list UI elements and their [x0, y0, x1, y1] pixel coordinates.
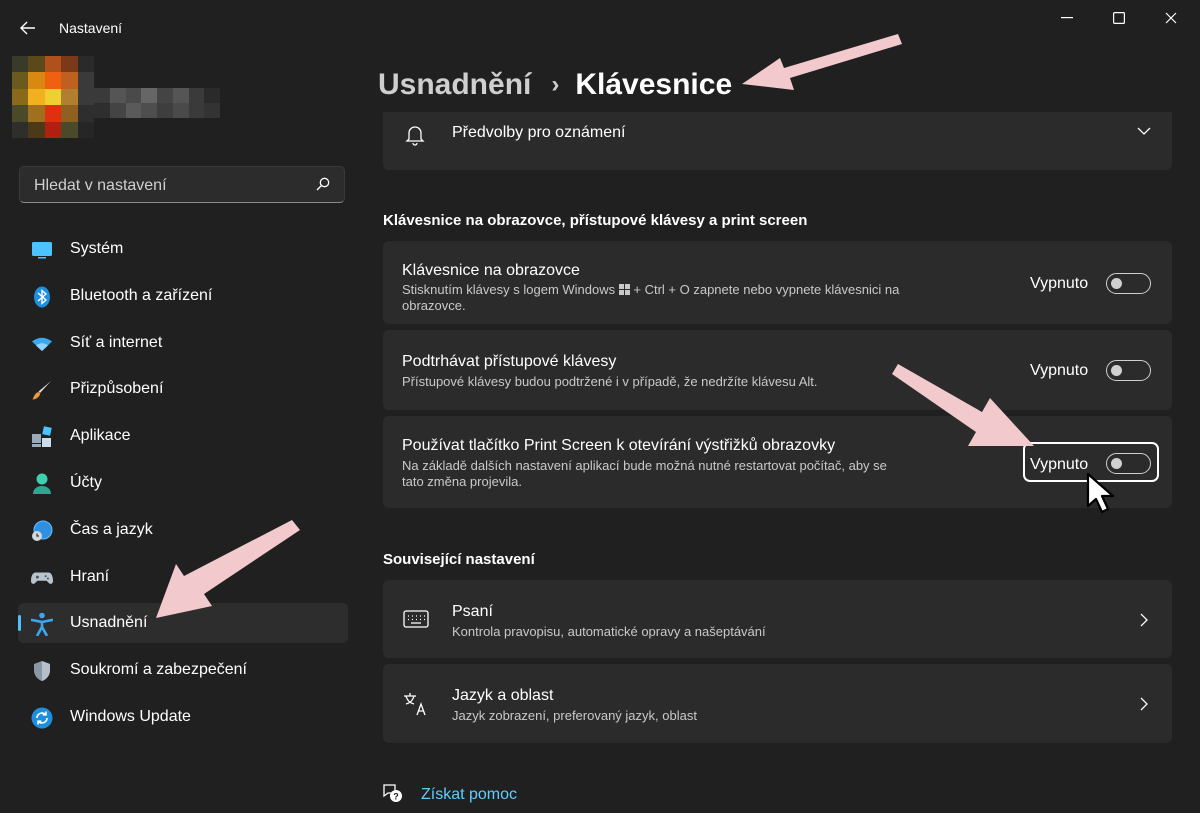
annotation-arrow	[892, 364, 1034, 446]
annotation-arrow	[156, 520, 300, 618]
annotation-overlay	[156, 34, 1034, 618]
mouse-cursor-icon	[1086, 472, 1115, 514]
annotation-arrow	[742, 34, 902, 90]
